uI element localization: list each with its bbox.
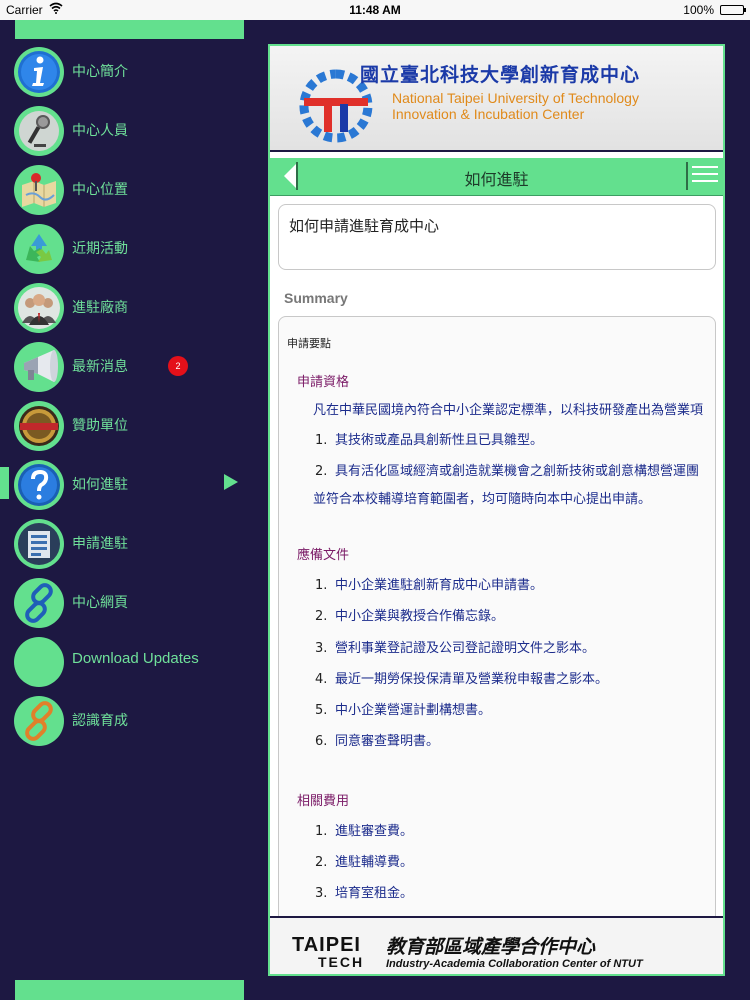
summary-box[interactable]: 申請要點 申請資格 凡在中華民國境內符合中小企業認定標準，以科技研發產出為營業項… bbox=[278, 316, 716, 974]
sidebar-item-about[interactable]: 中心簡介 bbox=[0, 45, 260, 101]
seal-icon bbox=[14, 401, 64, 451]
list-item-text: 同意審查聲明書。 bbox=[335, 734, 440, 749]
sidebar-item-label: 贊助單位 bbox=[72, 418, 128, 434]
page-title: 如何進駐 bbox=[464, 170, 529, 189]
battery-percent: 100% bbox=[683, 3, 714, 17]
section-outro: 並符合本校輔導培育範圍者，均可隨時向本中心提出申請。 bbox=[313, 492, 652, 507]
list-item-text: 中小企業營運計劃構想書。 bbox=[335, 703, 492, 718]
sidebar-item-label: 申請進駐 bbox=[72, 536, 128, 552]
summary-heading: 申請要點 bbox=[287, 337, 331, 350]
footer-title-en: Industry-Academia Collaboration Center o… bbox=[386, 958, 643, 970]
sidebar-item-about-incubation[interactable]: 認識育成 bbox=[0, 694, 260, 750]
list-item-text: 中小企業進駐創新育成中心申請書。 bbox=[335, 578, 544, 593]
sidebar-item-how-to-join[interactable]: 如何進駐 bbox=[0, 458, 260, 514]
divider bbox=[686, 162, 688, 190]
main-panel: 國立臺北科技大學創新育成中心 National Taipei Universit… bbox=[268, 44, 725, 976]
list-item: 1. 中小企業進駐創新育成中心申請書。 bbox=[315, 578, 544, 593]
list-item: 4. 最近一期勞保投保清單及營業稅申報書之影本。 bbox=[315, 672, 609, 687]
section-title: 應備文件 bbox=[297, 548, 350, 563]
list-item: 2. 具有活化區域經濟或創造就業機會之創新技術或創意構想營運團 bbox=[315, 464, 700, 479]
sidebar-item-label: 中心位置 bbox=[72, 182, 128, 198]
banner-title-en-line1: National Taipei University of Technology bbox=[392, 90, 639, 106]
list-item: 5. 中小企業營運計劃構想書。 bbox=[315, 703, 492, 718]
microphone-icon bbox=[14, 106, 64, 156]
section-title: 相關費用 bbox=[297, 794, 350, 809]
sidebar-item-apply[interactable]: 申請進駐 bbox=[0, 517, 260, 573]
battery-icon bbox=[720, 5, 746, 15]
list-item-text: 培育室租金。 bbox=[335, 886, 414, 901]
sidebar-item-location[interactable]: 中心位置 bbox=[0, 163, 260, 219]
footer-logo-line2: TECH bbox=[318, 954, 365, 970]
megaphone-icon bbox=[14, 342, 64, 392]
list-item-text: 具有活化區域經濟或創造就業機會之創新技術或創意構想營運團 bbox=[335, 464, 700, 479]
footer-title-zh: 教育部區域產學合作中心 bbox=[386, 936, 596, 958]
info-icon bbox=[14, 47, 64, 97]
menu-icon[interactable] bbox=[692, 166, 718, 188]
list-item: 6. 同意審查聲明書。 bbox=[315, 734, 440, 749]
section-intro: 凡在中華民國境內符合中小企業認定標準，以科技研發產出為營業項 bbox=[313, 403, 704, 418]
list-item: 2. 中小企業與教授合作備忘錄。 bbox=[315, 609, 505, 624]
chain-orange-icon bbox=[14, 696, 64, 746]
footer-banner: TAIPEI TECH 教育部區域產學合作中心 Industry-Academi… bbox=[270, 916, 723, 974]
list-item: 1. 其技術或產品具創新性且已具雛型。 bbox=[315, 433, 544, 448]
sidebar-item-label: 近期活動 bbox=[72, 241, 128, 257]
list-item-text: 最近一期勞保投保清單及營業稅申報書之影本。 bbox=[335, 672, 609, 687]
summary-label: Summary bbox=[284, 290, 348, 306]
banner-title-en-line2: Innovation & Incubation Center bbox=[392, 106, 585, 122]
sidebar-item-tenants[interactable]: 進駐廠商 bbox=[0, 281, 260, 337]
list-item: 1. 進駐審查費。 bbox=[315, 824, 414, 839]
list-item-text: 中小企業與教授合作備忘錄。 bbox=[335, 609, 505, 624]
recycle-icon bbox=[14, 224, 64, 274]
sidebar-item-events[interactable]: 近期活動 bbox=[0, 222, 260, 278]
list-item-text: 營利事業登記證及公司登記證明文件之影本。 bbox=[335, 641, 596, 656]
sidebar-item-label: 進駐廠商 bbox=[72, 300, 128, 316]
sidebar-item-label: 如何進駐 bbox=[72, 477, 128, 493]
sidebar-item-label: Download Updates bbox=[72, 650, 199, 667]
sidebar-item-label: 最新消息 bbox=[72, 359, 128, 375]
selected-arrow-icon bbox=[224, 474, 238, 490]
sidebar-item-sponsors[interactable]: 贊助單位 bbox=[0, 399, 260, 455]
sidebar-item-news[interactable]: 最新消息 2 bbox=[0, 340, 260, 396]
people-icon bbox=[14, 283, 64, 333]
sidebar-item-label: 中心簡介 bbox=[72, 64, 128, 80]
nav-bar: 如何進駐 bbox=[270, 158, 723, 196]
header-banner: 國立臺北科技大學創新育成中心 National Taipei Universit… bbox=[270, 46, 723, 152]
clock: 11:48 AM bbox=[349, 3, 401, 17]
sidebar-item-label: 中心人員 bbox=[72, 123, 128, 139]
question-field[interactable]: 如何申請進駐育成中心 bbox=[278, 204, 716, 270]
notification-badge: 2 bbox=[168, 356, 188, 376]
question-icon bbox=[14, 460, 64, 510]
list-item-text: 進駐審查費。 bbox=[335, 824, 414, 839]
section-title: 申請資格 bbox=[297, 375, 350, 390]
sidebar-item-label: 認識育成 bbox=[72, 713, 128, 729]
chain-blue-icon bbox=[14, 578, 64, 628]
sidebar-top-bar bbox=[15, 20, 244, 39]
list-item: 3. 營利事業登記證及公司登記證明文件之影本。 bbox=[315, 641, 596, 656]
sidebar-item-website[interactable]: 中心網頁 bbox=[0, 576, 260, 632]
sidebar-item-staff[interactable]: 中心人員 bbox=[0, 104, 260, 160]
list-item-text: 其技術或產品具創新性且已具雛型。 bbox=[335, 433, 544, 448]
selected-indicator bbox=[0, 467, 9, 499]
blank-icon bbox=[14, 637, 64, 687]
list-item: 3. 培育室租金。 bbox=[315, 886, 414, 901]
sidebar-item-label: 中心網頁 bbox=[72, 595, 128, 611]
list-item-text: 進駐輔導費。 bbox=[335, 855, 414, 870]
list-item: 2. 進駐輔導費。 bbox=[315, 855, 414, 870]
sidebar-item-download-updates[interactable]: Download Updates bbox=[0, 635, 260, 691]
sidebar-bottom-bar bbox=[15, 980, 244, 1000]
map-pin-icon bbox=[14, 165, 64, 215]
banner-title-zh: 國立臺北科技大學創新育成中心 bbox=[360, 64, 641, 86]
status-bar: Carrier 11:48 AM 100% bbox=[0, 0, 750, 20]
form-icon bbox=[14, 519, 64, 569]
